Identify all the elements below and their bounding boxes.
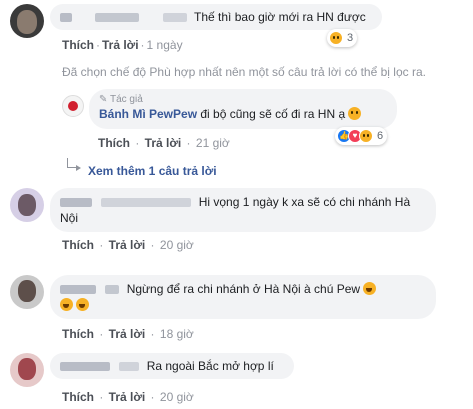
reply-bubble: ✎ Tác giả Bánh Mì PewPew đi bộ cũng sẽ c… xyxy=(89,89,397,129)
view-more-replies-link[interactable]: Xem thêm 1 câu trả lời xyxy=(88,164,217,178)
avatar[interactable] xyxy=(10,188,44,222)
comment-bubble: Ngừng để ra chi nhánh ở Hà Nội à chú Pew xyxy=(50,275,436,319)
comment-time[interactable]: 20 giờ xyxy=(160,238,194,252)
comment-time[interactable]: 20 giờ xyxy=(160,390,194,404)
reply-arrow-icon xyxy=(67,158,81,171)
reply-link[interactable]: Trả lời xyxy=(145,136,182,150)
blurred-name xyxy=(119,362,140,372)
sad-reaction-icon xyxy=(359,129,373,143)
author-avatar[interactable] xyxy=(62,95,84,117)
comment-time[interactable]: 18 giờ xyxy=(160,327,194,341)
like-link[interactable]: Thích xyxy=(62,390,94,404)
comment-bubble: Ra ngoài Bắc mở hợp lí xyxy=(50,353,294,379)
laughing-emoji-icon xyxy=(60,298,73,311)
sad-reaction-icon xyxy=(329,31,343,45)
comment-actions: Thích · Trả lời · 20 giờ xyxy=(62,238,194,252)
blurred-name xyxy=(60,13,72,23)
blurred-name xyxy=(60,362,110,372)
avatar[interactable] xyxy=(10,4,44,38)
blurred-name xyxy=(162,13,187,23)
comment-actions: Thích · Trả lời · 18 giờ xyxy=(62,327,194,341)
comment-text: Thế thì bao giờ mới ra HN được xyxy=(194,10,366,24)
like-link[interactable]: Thích xyxy=(98,136,130,150)
comment-actions: Thích · Trả lời · 1 ngày xyxy=(62,38,183,52)
author-name[interactable]: Bánh Mì PewPew xyxy=(99,107,197,121)
comment-text: Hi vọng 1 ngày k xa sẽ có chi nhánh Hà xyxy=(198,195,411,209)
blurred-name xyxy=(60,285,96,295)
filter-notice: Đã chọn chế độ Phù hợp nhất nên một số c… xyxy=(62,65,426,79)
laughing-emoji-icon xyxy=(76,298,90,311)
reply-link[interactable]: Trả lời xyxy=(109,390,146,404)
comment-bubble: Hi vọng 1 ngày k xa sẽ có chi nhánh Hà N… xyxy=(50,188,436,232)
comment-text-line2: Nội xyxy=(60,211,79,225)
comment-bubble: Thế thì bao giờ mới ra HN được xyxy=(50,4,382,30)
reaction-summary[interactable]: 3 xyxy=(327,29,358,47)
reply-link[interactable]: Trả lời xyxy=(109,327,146,341)
like-link[interactable]: Thích xyxy=(62,327,94,341)
reaction-count: 6 xyxy=(377,130,384,142)
like-link[interactable]: Thích xyxy=(62,238,94,252)
reply-text: đi bộ cũng sẽ cố đi ra HN ạ xyxy=(200,107,346,121)
reply-actions: Thích · Trả lời · 21 giờ xyxy=(98,136,230,150)
comment-text: Ngừng để ra chi nhánh ở Hà Nội à chú Pew xyxy=(126,282,361,296)
blurred-name xyxy=(105,285,120,295)
like-link[interactable]: Thích xyxy=(62,38,94,52)
avatar[interactable] xyxy=(10,353,44,387)
author-badge: ✎ Tác giả xyxy=(99,94,143,105)
blurred-name xyxy=(101,198,192,208)
author-badge-label: Tác giả xyxy=(109,94,143,105)
reaction-count: 3 xyxy=(347,32,354,44)
laughing-emoji-icon xyxy=(363,282,377,295)
sad-emoji-icon xyxy=(348,107,362,120)
comment-actions: Thích · Trả lời · 20 giờ xyxy=(62,390,194,404)
reply-link[interactable]: Trả lời xyxy=(109,238,146,252)
reply-link[interactable]: Trả lời xyxy=(102,38,139,52)
comment-time[interactable]: 1 ngày xyxy=(147,38,183,52)
reaction-summary[interactable]: 👍 ♥ 6 xyxy=(335,127,388,145)
blurred-name xyxy=(95,13,140,23)
avatar[interactable] xyxy=(10,275,44,309)
comment-text: Ra ngoài Bắc mở hợp lí xyxy=(146,359,274,373)
blurred-name xyxy=(60,198,92,208)
reply-time[interactable]: 21 giờ xyxy=(196,136,230,150)
